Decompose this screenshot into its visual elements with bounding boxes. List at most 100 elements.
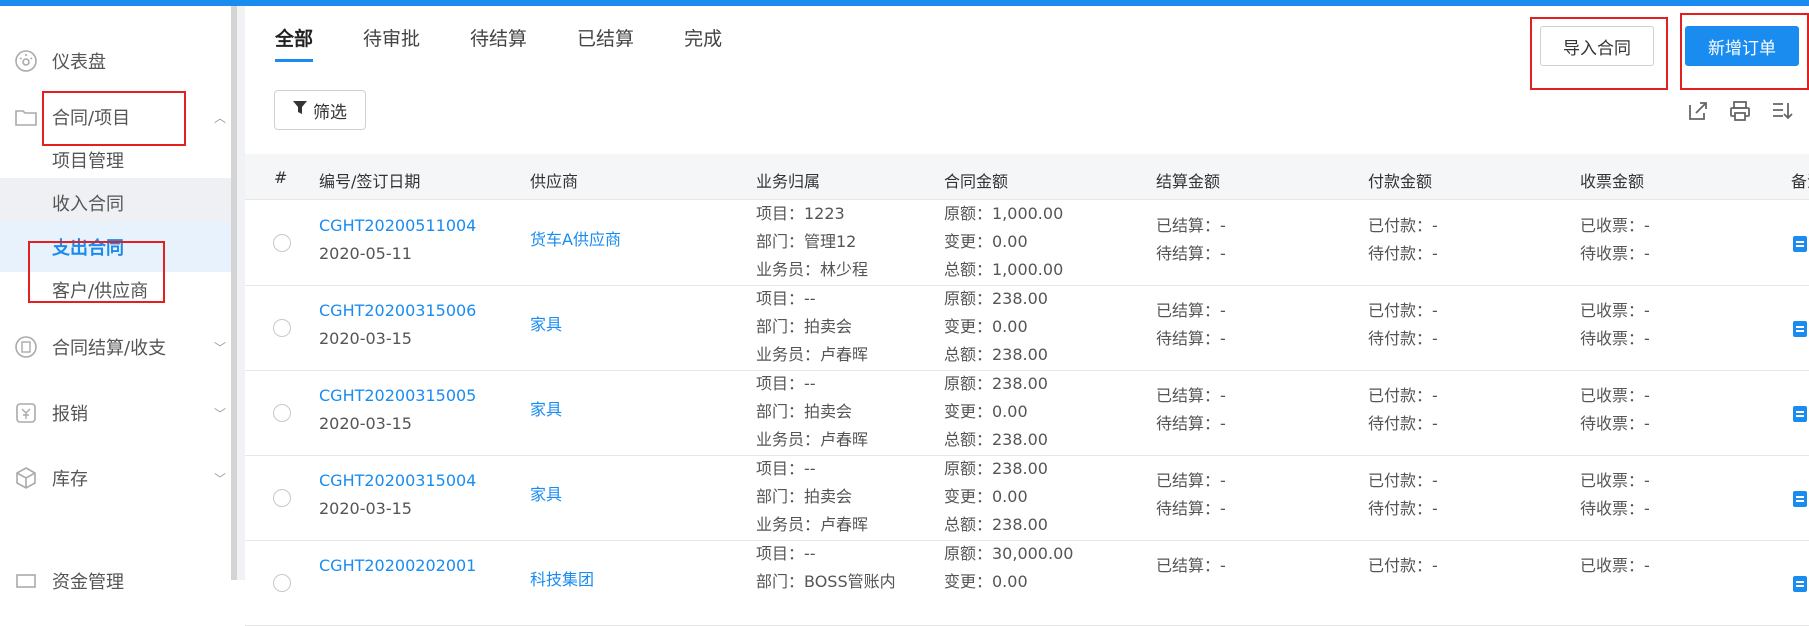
amount-original: 原额：30,000.00 — [944, 544, 1074, 563]
sidebar-item-label: 合同结算/收支 — [52, 338, 167, 359]
note-icon[interactable] — [1793, 491, 1807, 507]
row-select-radio[interactable] — [273, 574, 291, 592]
supplier-link[interactable]: 家具 — [530, 311, 562, 339]
col-header-settlement-amount: 结算金额 — [1156, 172, 1221, 191]
amount-change: 变更：0.00 — [944, 572, 1028, 591]
contract-code-link[interactable]: CGHT20200315004 — [319, 467, 476, 495]
reimburse-icon — [12, 399, 40, 427]
contract-code-link[interactable]: CGHT20200202001 — [319, 552, 476, 580]
note-icon[interactable] — [1793, 406, 1807, 422]
tab-all[interactable]: 全部 — [275, 24, 314, 62]
table-row[interactable]: CGHT20200315006 2020-03-15 家具 项目：-- 部门：拍卖会 业务… — [245, 286, 1809, 371]
paid-amount: 已付款：- — [1368, 556, 1438, 575]
invoiced-amount: 已收票：- — [1580, 386, 1650, 405]
sidebar-item-inventory[interactable]: 库存 ﹀ — [0, 453, 231, 503]
paid-amount: 已付款：- — [1368, 301, 1438, 320]
supplier-link[interactable]: 科技集团 — [530, 566, 594, 594]
tab-completed[interactable]: 完成 — [684, 24, 722, 51]
col-header-contract-amount: 合同金额 — [944, 172, 1009, 191]
business-project: 项目：-- — [756, 374, 816, 393]
row-select-radio[interactable] — [273, 489, 291, 507]
settled-amount: 已结算：- — [1156, 301, 1226, 320]
sidebar-item-label: 库存 — [52, 469, 88, 490]
dashboard-icon — [12, 47, 40, 75]
contract-code-link[interactable]: CGHT20200315005 — [319, 382, 476, 410]
table-row[interactable]: CGHT20200202001 科技集团 项目：-- 部门：BOSS管账内 原额：30,… — [245, 541, 1809, 626]
new-order-button[interactable]: 新增订单 — [1685, 26, 1799, 66]
to-settle-amount: 待结算：- — [1156, 329, 1226, 348]
col-header-supplier: 供应商 — [530, 172, 579, 191]
invoiced-amount: 已收票：- — [1580, 471, 1650, 490]
sign-date: 2020-03-15 — [319, 499, 412, 518]
invoiced-amount: 已收票：- — [1580, 216, 1650, 235]
amount-total: 总额：1,000.00 — [944, 260, 1064, 279]
sidebar-subitem-label: 支出合同 — [52, 238, 124, 259]
to-settle-amount: 待结算：- — [1156, 414, 1226, 433]
sidebar-subitem-label: 收入合同 — [52, 194, 124, 215]
table-row[interactable]: CGHT20200511004 2020-05-11 货车A供应商 项目：1223 部门… — [245, 201, 1809, 286]
tab-pending-approval[interactable]: 待审批 — [363, 24, 420, 51]
amount-total: 总额：238.00 — [944, 430, 1048, 449]
row-select-radio[interactable] — [273, 319, 291, 337]
business-department: 部门：拍卖会 — [756, 487, 853, 506]
to-pay-amount: 待付款：- — [1368, 244, 1438, 263]
export-icon[interactable] — [1685, 98, 1711, 124]
to-invoice-amount: 待收票：- — [1580, 329, 1650, 348]
supplier-link[interactable]: 家具 — [530, 481, 562, 509]
sidebar-item-settlement[interactable]: 合同结算/收支 ﹀ — [0, 322, 231, 372]
business-staff: 业务员：林少程 — [756, 260, 869, 279]
to-pay-amount: 待付款：- — [1368, 499, 1438, 518]
business-staff: 业务员：卢春晖 — [756, 345, 869, 364]
chevron-down-icon: ﹀ — [214, 340, 227, 355]
import-contract-button[interactable]: 导入合同 — [1540, 26, 1654, 66]
supplier-link[interactable]: 货车A供应商 — [530, 226, 621, 254]
col-header-business: 业务归属 — [756, 172, 821, 191]
tab-pending-settlement[interactable]: 待结算 — [470, 24, 527, 51]
amount-total: 总额：238.00 — [944, 515, 1048, 534]
sidebar-subitem-income-contracts[interactable]: 收入合同 — [0, 178, 231, 228]
contract-code-link[interactable]: CGHT20200315006 — [319, 297, 476, 325]
filter-button[interactable]: 筛选 — [274, 90, 366, 130]
amount-change: 变更：0.00 — [944, 317, 1028, 336]
contract-code-link[interactable]: CGHT20200511004 — [319, 212, 476, 240]
business-department: 部门：拍卖会 — [756, 317, 853, 336]
main-content: 全部 待审批 待结算 已结算 完成 导入合同 新增订单 筛选 # 编号/签订日期… — [245, 6, 1809, 626]
table-row[interactable]: CGHT20200315005 2020-03-15 家具 项目：-- 部门：拍卖会 业务… — [245, 371, 1809, 456]
sidebar-item-dashboard[interactable]: 仪表盘 — [0, 36, 231, 86]
print-icon[interactable] — [1727, 98, 1753, 124]
note-icon[interactable] — [1793, 321, 1807, 337]
note-icon[interactable] — [1793, 236, 1807, 252]
sidebar-item-funds[interactable]: 资金管理 — [0, 556, 231, 606]
settled-amount: 已结算：- — [1156, 216, 1226, 235]
amount-original: 原额：238.00 — [944, 374, 1048, 393]
sign-date: 2020-03-15 — [319, 329, 412, 348]
table-row[interactable]: CGHT20200315004 2020-03-15 家具 项目：-- 部门：拍卖会 业务… — [245, 456, 1809, 541]
col-header-invoice-amount: 收票金额 — [1580, 172, 1645, 191]
business-department: 部门：BOSS管账内 — [756, 572, 896, 591]
sidebar-subitem-customers-suppliers[interactable]: 客户/供应商 — [0, 265, 231, 315]
supplier-link[interactable]: 家具 — [530, 396, 562, 424]
chevron-up-icon: ︿ — [214, 110, 227, 125]
sidebar-item-label: 报销 — [52, 404, 88, 425]
row-select-radio[interactable] — [273, 404, 291, 422]
sort-columns-icon[interactable] — [1769, 98, 1795, 124]
to-pay-amount: 待付款：- — [1368, 329, 1438, 348]
row-select-radio[interactable] — [273, 234, 291, 252]
col-header-code-date: 编号/签订日期 — [319, 172, 421, 191]
sign-date: 2020-05-11 — [319, 244, 412, 263]
chevron-down-icon: ﹀ — [214, 406, 227, 421]
sidebar: 仪表盘 合同/项目 ︿ 项目管理 收入合同 支出合同 客户/供应商 合同结算/收… — [0, 6, 236, 593]
filter-button-label: 筛选 — [313, 102, 347, 123]
business-staff: 业务员：卢春晖 — [756, 515, 869, 534]
note-icon[interactable] — [1793, 576, 1807, 592]
business-project: 项目：-- — [756, 289, 816, 308]
settled-amount: 已结算：- — [1156, 556, 1226, 575]
amount-original: 原额：1,000.00 — [944, 204, 1064, 223]
sidebar-divider — [237, 6, 245, 580]
tab-settled[interactable]: 已结算 — [577, 24, 634, 51]
filter-icon — [293, 100, 307, 120]
sidebar-item-reimburse[interactable]: 报销 ﹀ — [0, 388, 231, 438]
business-staff: 业务员：卢春晖 — [756, 430, 869, 449]
sidebar-item-label: 资金管理 — [52, 572, 124, 593]
fund-icon — [12, 567, 40, 595]
